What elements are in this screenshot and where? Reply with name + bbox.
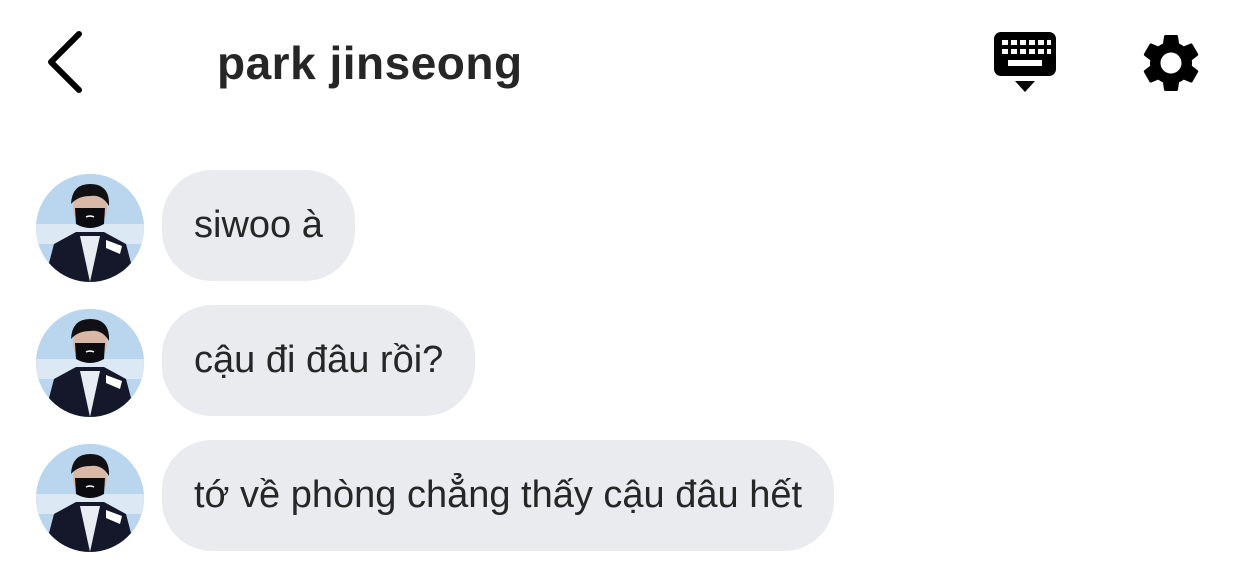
keyboard-button[interactable]: [990, 30, 1062, 98]
message-bubble[interactable]: tớ về phòng chẳng thấy cậu đâu hết: [162, 440, 835, 551]
avatar-photo: [36, 309, 144, 417]
gear-icon: [1143, 34, 1199, 91]
chat-screen: park jinseong siwoo à cậu đi đâu rồi? tớ…: [0, 0, 1242, 562]
conversation-title: park jinseong: [217, 37, 523, 89]
chat-header: park jinseong: [0, 0, 1242, 130]
avatar[interactable]: [36, 444, 144, 552]
message-bubble[interactable]: siwoo à: [162, 170, 355, 281]
avatar[interactable]: [36, 309, 144, 417]
message-row: siwoo à: [0, 170, 1242, 282]
message-row: cậu đi đâu rồi?: [0, 305, 1242, 417]
message-bubble[interactable]: cậu đi đâu rồi?: [162, 305, 476, 416]
back-button[interactable]: [30, 24, 100, 100]
avatar-photo: [36, 444, 144, 552]
keyboard-icon: [994, 32, 1056, 92]
settings-button[interactable]: [1136, 28, 1206, 98]
avatar[interactable]: [36, 174, 144, 282]
avatar-photo: [36, 174, 144, 282]
chevron-left-icon: [48, 31, 82, 93]
message-row: tớ về phòng chẳng thấy cậu đâu hết: [0, 440, 1242, 552]
